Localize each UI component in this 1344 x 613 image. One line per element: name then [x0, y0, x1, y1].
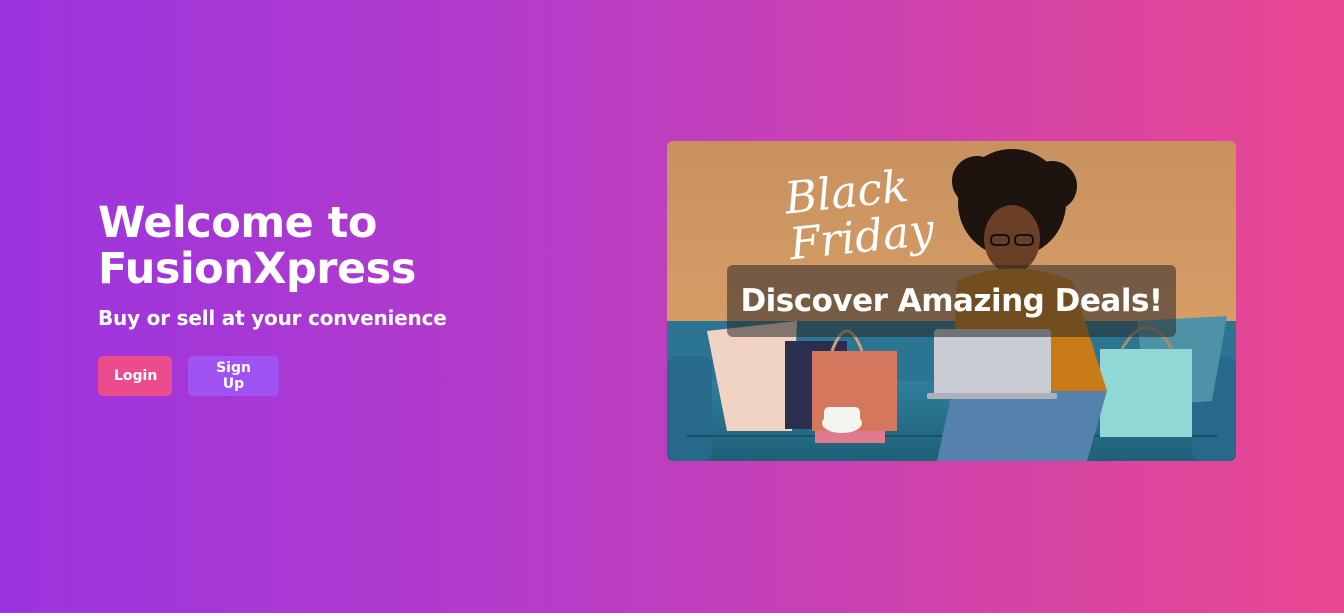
black-friday-script: Black Friday — [782, 161, 936, 270]
hero-title: Welcome to FusionXpress — [98, 198, 416, 294]
promo-banner-image: Black Friday Discover Amazing Deals! — [667, 141, 1236, 461]
sign-up-button[interactable]: Sign Up — [188, 356, 279, 396]
hero-subtitle: Buy or sell at your convenience — [98, 306, 447, 330]
login-button[interactable]: Login — [98, 356, 172, 396]
hero-section: Welcome to FusionXpress Buy or sell at y… — [98, 200, 518, 396]
hero-actions: Login Sign Up — [98, 356, 518, 396]
banner-headline: Discover Amazing Deals! — [740, 283, 1163, 319]
banner-headline-overlay: Discover Amazing Deals! — [727, 265, 1176, 337]
